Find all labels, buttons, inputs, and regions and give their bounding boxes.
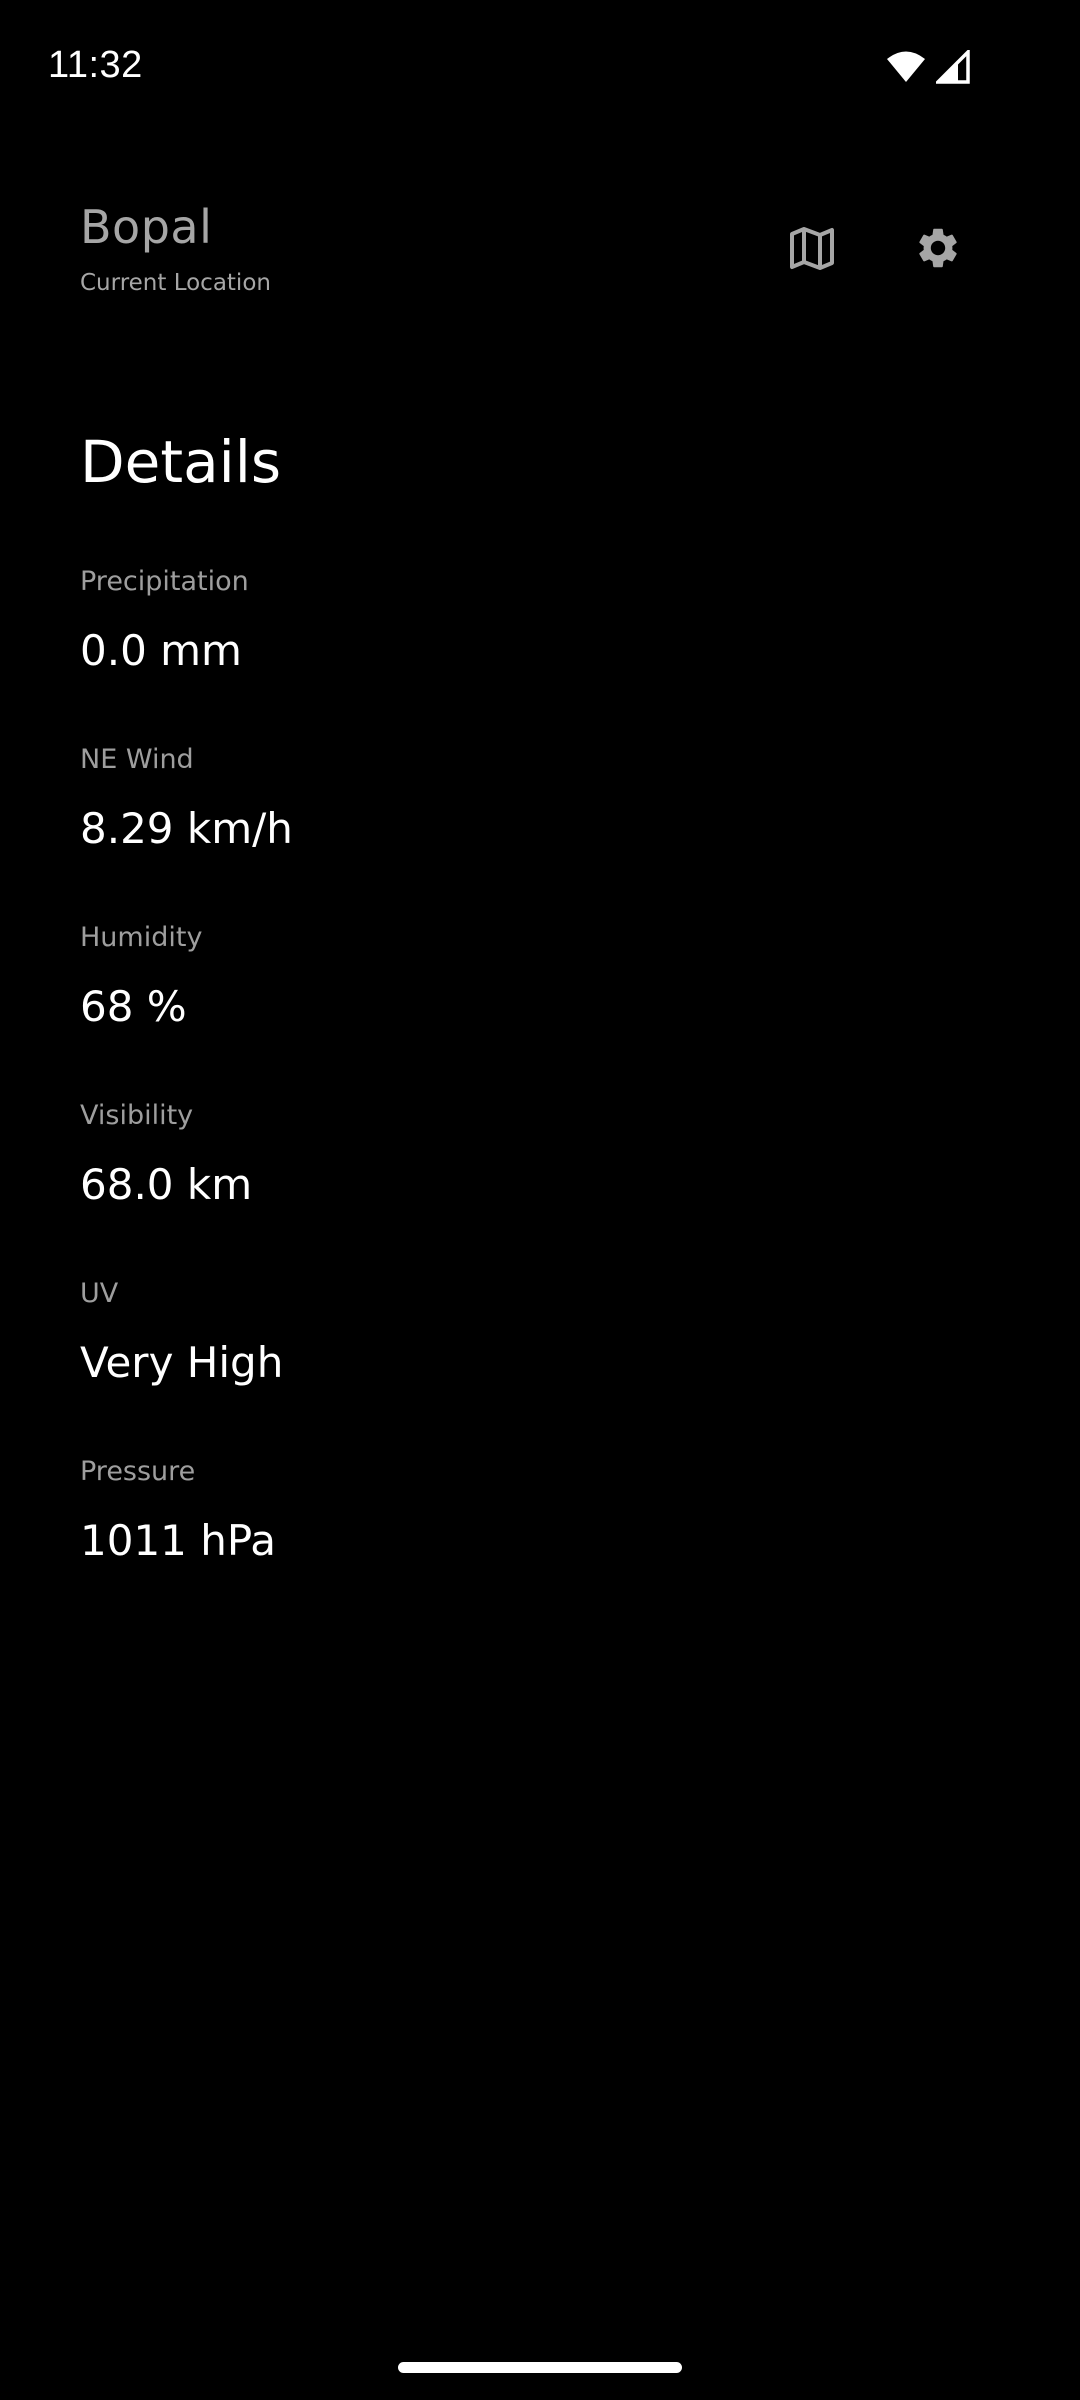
location-name[interactable]: Bopal: [80, 200, 212, 254]
gesture-navigation-bar[interactable]: [398, 2362, 682, 2373]
details-title: Details: [80, 428, 282, 496]
detail-item-wind: NE Wind 8.29 km/h: [80, 744, 980, 922]
gear-icon: [914, 224, 962, 276]
detail-item-visibility: Visibility 68.0 km: [80, 1100, 980, 1278]
detail-item-precipitation: Precipitation 0.0 mm: [80, 566, 980, 744]
status-time: 11:32: [48, 44, 143, 86]
status-bar: 11:32: [0, 0, 1080, 140]
detail-value: 0.0 mm: [80, 626, 242, 675]
map-icon: [789, 225, 835, 275]
detail-label: NE Wind: [80, 744, 194, 775]
detail-value: Very High: [80, 1338, 284, 1387]
detail-item-uv: UV Very High: [80, 1278, 980, 1456]
detail-value: 8.29 km/h: [80, 804, 293, 853]
location-subtitle: Current Location: [80, 270, 271, 296]
detail-label: UV: [80, 1278, 119, 1309]
detail-label: Humidity: [80, 922, 203, 953]
cellular-signal-icon: [936, 50, 970, 84]
detail-label: Pressure: [80, 1456, 196, 1487]
detail-value: 68 %: [80, 982, 187, 1031]
detail-item-pressure: Pressure 1011 hPa: [80, 1456, 980, 1634]
location-header: Bopal Current Location: [0, 180, 1080, 340]
detail-value: 1011 hPa: [80, 1516, 277, 1565]
settings-button[interactable]: [898, 210, 978, 290]
detail-value: 68.0 km: [80, 1160, 253, 1209]
details-list: Precipitation 0.0 mm NE Wind 8.29 km/h H…: [80, 566, 980, 1634]
detail-label: Precipitation: [80, 566, 249, 597]
wifi-icon: [886, 50, 926, 84]
map-button[interactable]: [772, 210, 852, 290]
detail-item-humidity: Humidity 68 %: [80, 922, 980, 1100]
status-icons: [886, 50, 970, 84]
detail-label: Visibility: [80, 1100, 194, 1131]
